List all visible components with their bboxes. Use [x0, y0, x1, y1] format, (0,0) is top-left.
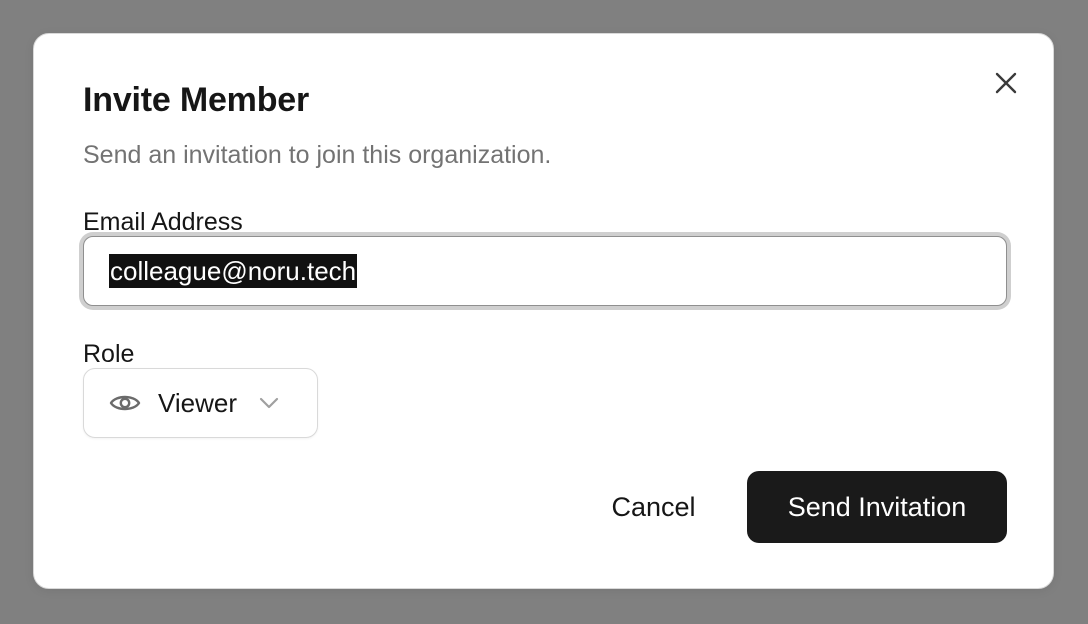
dialog-subtitle: Send an invitation to join this organiza… — [83, 141, 552, 169]
email-value-selected: colleague@noru.tech — [109, 254, 358, 288]
chevron-down-icon — [259, 397, 279, 409]
role-label: Role — [83, 340, 135, 368]
role-select[interactable]: Viewer — [83, 368, 318, 438]
email-label: Email Address — [83, 208, 243, 236]
send-invitation-button[interactable]: Send Invitation — [747, 471, 1007, 543]
role-value: Viewer — [158, 387, 238, 418]
cancel-button[interactable]: Cancel — [590, 471, 717, 543]
close-icon — [995, 72, 1017, 94]
close-button[interactable] — [989, 66, 1023, 100]
dialog-title: Invite Member — [83, 81, 310, 119]
eye-icon — [109, 392, 141, 414]
invite-member-dialog: Invite Member Send an invitation to join… — [33, 33, 1054, 589]
email-input[interactable]: colleague@noru.tech — [83, 236, 1007, 306]
